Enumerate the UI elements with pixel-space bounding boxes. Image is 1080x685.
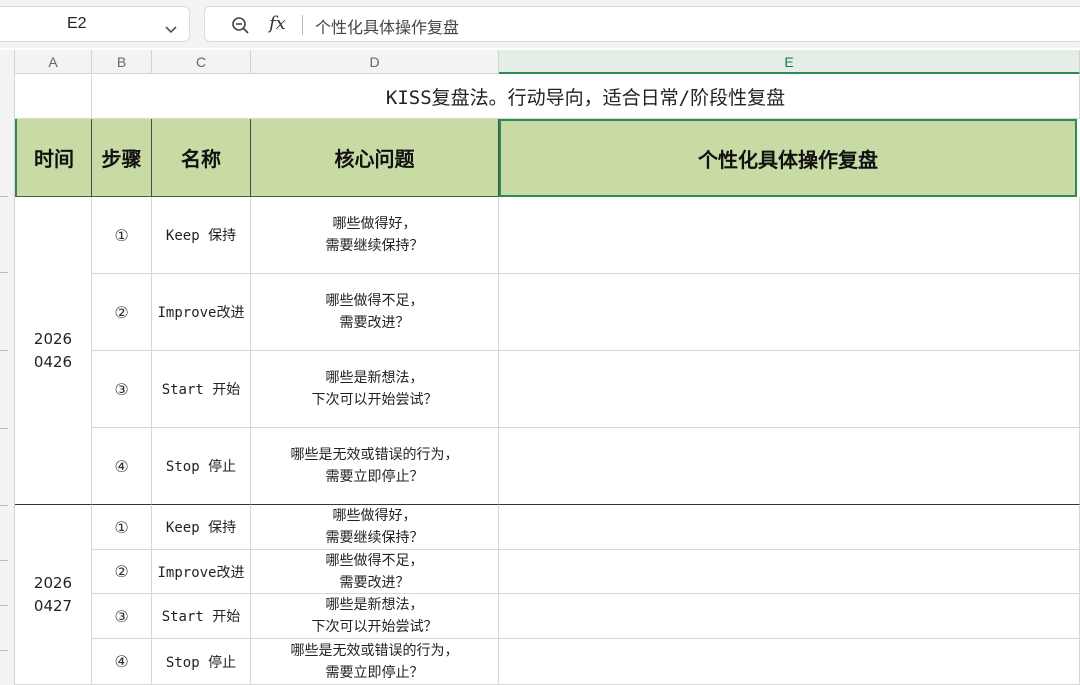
step-name[interactable]: Start 开始 <box>152 351 251 428</box>
step-number[interactable]: ② <box>92 550 152 594</box>
date-cell[interactable]: 2026 0426 <box>15 197 92 505</box>
step-name[interactable]: Improve改进 <box>152 550 251 594</box>
step-name[interactable]: Start 开始 <box>152 594 251 639</box>
core-question[interactable]: 哪些是无效或错误的行为， 需要立即停止？ <box>251 639 499 685</box>
core-question[interactable]: 哪些是新想法， 下次可以开始尝试？ <box>251 351 499 428</box>
detail-cell[interactable] <box>499 197 1080 274</box>
step-number[interactable]: ③ <box>92 351 152 428</box>
step-name[interactable]: Stop 停止 <box>152 428 251 505</box>
header-step[interactable]: 步骤 <box>92 119 152 197</box>
core-question[interactable]: 哪些做得好， 需要继续保持？ <box>251 197 499 274</box>
zoom-icon[interactable] <box>231 16 251 40</box>
formula-separator <box>302 15 303 35</box>
column-header-b[interactable]: B <box>92 50 152 74</box>
column-header-e[interactable]: E <box>499 50 1080 74</box>
header-name[interactable]: 名称 <box>152 119 251 197</box>
cell-a1[interactable] <box>15 75 92 119</box>
step-number[interactable]: ① <box>92 197 152 274</box>
step-number[interactable]: ① <box>92 505 152 550</box>
step-number[interactable]: ③ <box>92 594 152 639</box>
step-number[interactable]: ④ <box>92 639 152 685</box>
step-name[interactable]: Stop 停止 <box>152 639 251 685</box>
column-header-c[interactable]: C <box>152 50 251 74</box>
core-question[interactable]: 哪些做得不足， 需要改进？ <box>251 274 499 351</box>
detail-cell[interactable] <box>499 274 1080 351</box>
chevron-down-icon[interactable] <box>165 20 177 39</box>
detail-cell[interactable] <box>499 639 1080 685</box>
column-header-d[interactable]: D <box>251 50 499 74</box>
cell-reference: E2 <box>67 15 87 32</box>
name-box[interactable]: E2 <box>0 6 190 42</box>
step-number[interactable]: ② <box>92 274 152 351</box>
step-name[interactable]: Improve改进 <box>152 274 251 351</box>
detail-cell[interactable] <box>499 594 1080 639</box>
header-time[interactable]: 时间 <box>15 119 92 197</box>
core-question[interactable]: 哪些做得好， 需要继续保持？ <box>251 505 499 550</box>
formula-bar[interactable]: fx 个性化具体操作复盘 <box>204 6 1080 42</box>
row-header-strip[interactable] <box>0 50 15 685</box>
core-question[interactable]: 哪些是无效或错误的行为， 需要立即停止？ <box>251 428 499 505</box>
formula-input[interactable]: 个性化具体操作复盘 <box>315 14 459 38</box>
step-name[interactable]: Keep 保持 <box>152 505 251 550</box>
detail-cell[interactable] <box>499 351 1080 428</box>
sheet-title[interactable]: KISS复盘法。行动导向，适合日常/阶段性复盘 <box>92 75 1080 119</box>
column-header-a[interactable]: A <box>15 50 92 74</box>
step-name[interactable]: Keep 保持 <box>152 197 251 274</box>
date-cell[interactable]: 2026 0427 <box>15 505 92 685</box>
detail-cell[interactable] <box>499 428 1080 505</box>
detail-cell[interactable] <box>499 550 1080 594</box>
step-number[interactable]: ④ <box>92 428 152 505</box>
core-question[interactable]: 哪些是新想法， 下次可以开始尝试？ <box>251 594 499 639</box>
detail-cell[interactable] <box>499 505 1080 550</box>
function-icon[interactable]: fx <box>269 13 286 34</box>
header-question[interactable]: 核心问题 <box>251 119 499 197</box>
header-detail-selected[interactable]: 个性化具体操作复盘 <box>499 119 1077 197</box>
core-question[interactable]: 哪些做得不足， 需要改进？ <box>251 550 499 594</box>
